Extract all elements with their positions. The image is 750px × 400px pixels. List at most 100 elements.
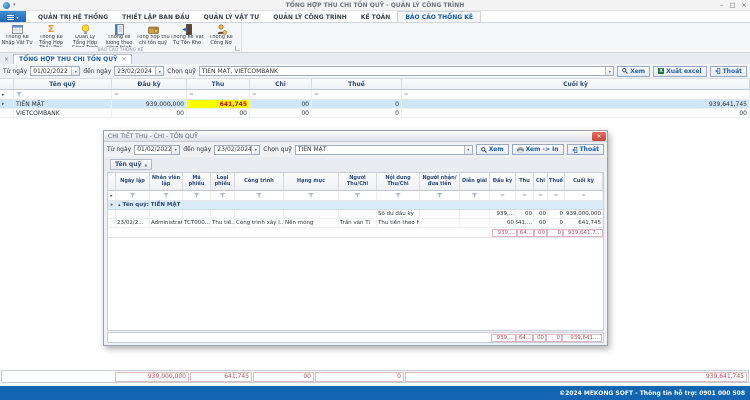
column-header[interactable]: Chi: [534, 173, 548, 190]
group-row-tien-mat[interactable]: ▸ ▴ Tên quỹ: TIỀN MẶT: [108, 201, 603, 210]
maximize-button[interactable]: □: [729, 1, 735, 10]
filter-cell[interactable]: =: [565, 191, 603, 200]
table-row-opening-balance[interactable]: Số dư đầu kỳ 939,... 00 00 0 939,000,000: [108, 210, 603, 219]
search-icon: [481, 147, 487, 153]
table-row-receipt[interactable]: 23/02/2... Administrator TCT000... Thu t…: [108, 219, 603, 228]
filter-cell[interactable]: [339, 191, 377, 200]
dialog-to-date-input[interactable]: 23/02/2024 ▾: [214, 145, 260, 155]
summary-thue: 0: [315, 372, 404, 382]
minimize-button[interactable]: –: [720, 1, 723, 10]
chevron-down-icon[interactable]: ▾: [251, 146, 259, 154]
exit-door-icon: [715, 68, 721, 74]
dialog-exit-button[interactable]: Thoát: [567, 144, 604, 155]
filter-cell[interactable]: [183, 191, 211, 200]
dialog-close-button[interactable]: ×: [592, 132, 606, 141]
filter-cell[interactable]: [235, 191, 284, 200]
from-date-input[interactable]: 01/02/2022 ▾: [30, 66, 80, 76]
ribbon-buttons: Thống Kê Nhập Vật Tư Σ Thống Kê Tổng Hợp…: [0, 23, 241, 47]
filter-funnel-icon: [355, 193, 361, 198]
filter-cell[interactable]: =: [402, 90, 750, 99]
group-summary-chi: 00: [534, 229, 547, 237]
column-header[interactable]: Hạng mục: [284, 173, 339, 190]
column-header[interactable]: Diễn giải: [460, 173, 490, 190]
filter-row-indicator-icon: ▸: [2, 92, 5, 98]
filter-funnel-icon: [395, 193, 401, 198]
column-header-chi[interactable]: Chi: [250, 79, 312, 89]
filter-cell[interactable]: =: [548, 191, 565, 200]
column-header[interactable]: Thu: [516, 173, 534, 190]
column-header[interactable]: Nội dung Thu/Chi: [377, 173, 420, 190]
button-thong-ke-cong-no[interactable]: Thống Kê Công Nợ: [204, 23, 238, 47]
filter-cell[interactable]: [150, 191, 183, 200]
filter-cell[interactable]: =: [534, 191, 548, 200]
group-dialog-launcher-icon[interactable]: [235, 46, 240, 51]
column-header-thue[interactable]: Thuế: [312, 79, 402, 89]
button-thong-ke-nhap-vat-tu[interactable]: Thống Kê Nhập Vật Tư: [0, 23, 34, 47]
column-header[interactable]: Thuế: [548, 173, 565, 190]
export-excel-button[interactable]: X Xuất excel: [653, 66, 707, 77]
group-summary-row: 939,... 64... 00 0 939,641,7...: [108, 228, 603, 238]
column-header-ten-quy[interactable]: Tên quỹ: [14, 79, 112, 89]
filter-cell[interactable]: [116, 191, 150, 200]
chevron-down-icon[interactable]: ▾: [464, 146, 472, 154]
fund-select[interactable]: TIỀN MẶT, VIETCOMBANK ▾: [199, 66, 614, 76]
dialog-from-date-input[interactable]: 01/02/2022 ▾: [134, 145, 180, 155]
ribbon-group-caption: BÁO CÁO THỐNG KÊ: [0, 47, 241, 54]
exit-button[interactable]: Thoát: [710, 66, 747, 77]
document-tab-strip: × TỔNG HỢP THU CHI TỒN QUỸ ×: [0, 53, 750, 64]
column-header-thu[interactable]: Thu: [187, 79, 250, 89]
chevron-down-icon[interactable]: ▾: [71, 67, 79, 75]
column-header[interactable]: Người nhận/đưa tiền: [420, 173, 460, 190]
collapse-icon[interactable]: ▴: [118, 202, 121, 208]
debt-person-icon: [216, 24, 227, 35]
dialog-title-bar[interactable]: CHI TIẾT THU - CHI - TỒN QUỸ ×: [104, 131, 607, 142]
group-summary-dau-ky: 939,...: [492, 229, 517, 237]
filter-cell[interactable]: =: [516, 191, 534, 200]
tab-close-icon[interactable]: ×: [121, 56, 126, 63]
filter-cell[interactable]: [460, 191, 490, 200]
status-text: ©2024 MEKONG SOFT - Thông tin hỗ trợ: 09…: [559, 390, 745, 397]
filter-cell[interactable]: [284, 191, 339, 200]
filter-cell[interactable]: [211, 191, 235, 200]
filter-cell[interactable]: [420, 191, 460, 200]
column-header-dau-ky[interactable]: Đầu kỳ: [112, 79, 187, 89]
filter-cell[interactable]: =: [490, 191, 516, 200]
view-button[interactable]: Xem: [617, 66, 650, 77]
filter-cell[interactable]: [377, 191, 420, 200]
table-row-tien-mat[interactable]: ▸ TIỀN MẶT 939,000,000 641,745 00 0 939,…: [0, 100, 750, 109]
column-header[interactable]: Nhân viên lập: [150, 173, 183, 190]
filter-cell[interactable]: =: [250, 90, 312, 99]
column-header[interactable]: Cuối kỳ: [565, 173, 603, 190]
column-header[interactable]: Đầu kỳ: [490, 173, 516, 190]
column-header-cuoi-ky[interactable]: Cuối kỳ: [402, 79, 750, 89]
chevron-down-icon[interactable]: ▾: [171, 146, 179, 154]
button-thong-ke-luong-theo-cong-trinh[interactable]: Thống kê lương theo công trình: [102, 23, 136, 47]
chevron-down-icon[interactable]: ▾: [605, 67, 613, 75]
column-header[interactable]: Người Thu/Chi: [339, 173, 377, 190]
column-header[interactable]: Công trình: [235, 173, 284, 190]
button-quan-ly-tong-hop-cong-trinh[interactable]: Quản Lý Tổng Hợp Công Trình: [68, 23, 102, 47]
button-thong-ke-tong-hop-thau-phu[interactable]: Σ Thống Kê Tổng Hợp Thầu Phụ: [34, 23, 68, 47]
chevron-down-icon[interactable]: ▾: [155, 67, 163, 75]
filter-cell[interactable]: [14, 90, 112, 99]
to-date-input[interactable]: 23/02/2024 ▾: [114, 66, 164, 76]
button-tong-hop-thu-chi-ton-quy[interactable]: Tổng hợp thu chi tồn quỹ: [136, 23, 170, 47]
close-window-button[interactable]: ×: [742, 1, 747, 10]
column-header[interactable]: Ngày lập: [116, 173, 150, 190]
button-thong-ke-vat-tu-ton-kho[interactable]: Thống Kê Vật Tư Tồn Kho: [170, 23, 204, 47]
column-header[interactable]: Mã phiếu: [183, 173, 211, 190]
filter-cell[interactable]: =: [112, 90, 187, 99]
group-by-box-ten-quy[interactable]: Tên quỹ ▲: [110, 159, 152, 170]
column-header[interactable]: Loại phiếu: [211, 173, 235, 190]
document-tab-tong-hop-thu-chi-ton-quy[interactable]: TỔNG HỢP THU CHI TỒN QUỸ ×: [13, 54, 132, 64]
detail-dialog: CHI TIẾT THU - CHI - TỒN QUỸ × Từ ngày 0…: [103, 130, 608, 346]
filter-cell[interactable]: =: [187, 90, 250, 99]
detail-grid-filter-row: ▸ = = = = =: [108, 191, 603, 201]
dialog-fund-select[interactable]: TIỀN MẶT ▾: [295, 145, 473, 155]
tabgroup-close-button[interactable]: ×: [2, 56, 13, 64]
dialog-print-button[interactable]: Xem -> In: [512, 144, 564, 155]
table-row-vietcombank[interactable]: VIETCOMBANK 00 00 00 0 00: [0, 109, 750, 118]
filter-cell[interactable]: =: [312, 90, 402, 99]
summary-chi: 00: [253, 372, 314, 382]
dialog-view-button[interactable]: Xem: [476, 144, 509, 155]
